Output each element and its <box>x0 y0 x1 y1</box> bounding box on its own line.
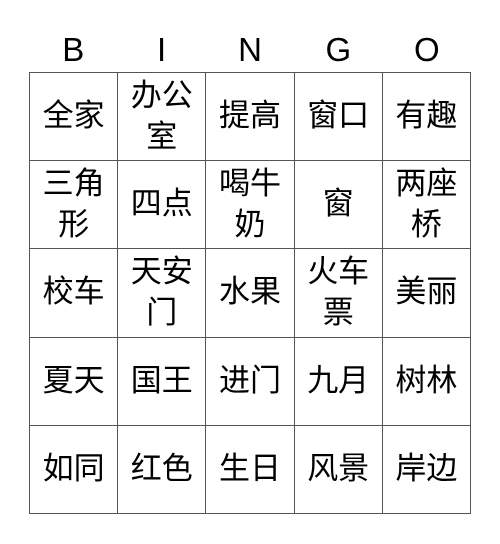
cell-text: 提高 <box>218 98 281 135</box>
cell-text: 进门 <box>218 362 281 399</box>
cell-text: 全家 <box>42 98 105 135</box>
bingo-cell[interactable]: 两座桥 <box>382 161 471 250</box>
bingo-cell[interactable]: 生日 <box>206 425 295 514</box>
cell-text: 风景 <box>307 450 370 487</box>
cell-text: 红色 <box>130 450 193 487</box>
cell-text: 夏天 <box>42 362 105 399</box>
cell-text: 窗 <box>322 186 354 223</box>
bingo-cell[interactable]: 三角形 <box>30 161 119 250</box>
header-letter-g: G <box>325 31 352 68</box>
cell-text: 办公室 <box>130 77 193 155</box>
bingo-cell[interactable]: 水果 <box>206 249 295 338</box>
bingo-cell[interactable]: 进门 <box>206 337 295 426</box>
bingo-cell[interactable]: 天安门 <box>118 249 207 338</box>
cell-text: 如同 <box>42 450 105 487</box>
cell-text: 岸边 <box>395 450 458 487</box>
bingo-cell[interactable]: 夏天 <box>30 337 119 426</box>
cell-text: 天安门 <box>130 253 193 331</box>
header-letter-b: B <box>62 31 85 68</box>
header-letter-i: I <box>157 31 167 68</box>
cell-text: 喝牛奶 <box>218 165 281 243</box>
bingo-cell[interactable]: 岸边 <box>382 425 471 514</box>
bingo-cell[interactable]: 四点 <box>118 161 207 250</box>
bingo-cell[interactable]: 红色 <box>118 425 207 514</box>
bingo-cell[interactable]: 窗 <box>294 161 383 250</box>
bingo-cell[interactable]: 火车票 <box>294 249 383 338</box>
cell-text: 九月 <box>307 362 370 399</box>
cell-text: 三角形 <box>42 165 105 243</box>
bingo-cell[interactable]: 全家 <box>30 73 119 162</box>
bingo-cell[interactable]: 校车 <box>30 249 119 338</box>
bingo-grid: 全家 办公室 提高 窗口 有趣 三角形 四点 喝牛奶 窗 两座桥 校车 天安门 … <box>29 72 471 514</box>
cell-text: 有趣 <box>395 98 458 135</box>
bingo-cell[interactable]: 九月 <box>294 337 383 426</box>
cell-text: 国王 <box>130 362 193 399</box>
bingo-cell[interactable]: 美丽 <box>382 249 471 338</box>
bingo-cell[interactable]: 风景 <box>294 425 383 514</box>
cell-text: 四点 <box>130 186 193 223</box>
bingo-cell[interactable]: 喝牛奶 <box>206 161 295 250</box>
bingo-cell[interactable]: 提高 <box>206 73 295 162</box>
cell-text: 火车票 <box>307 253 370 331</box>
bingo-cell[interactable]: 如同 <box>30 425 119 514</box>
bingo-cell[interactable]: 树林 <box>382 337 471 426</box>
cell-text: 生日 <box>218 450 281 487</box>
bingo-cell[interactable]: 国王 <box>118 337 207 426</box>
cell-text: 窗口 <box>307 98 370 135</box>
bingo-cell[interactable]: 办公室 <box>118 73 207 162</box>
bingo-cell[interactable]: 窗口 <box>294 73 383 162</box>
header-letter-o: O <box>413 31 440 68</box>
header-letter-n: N <box>238 31 262 68</box>
cell-text: 校车 <box>42 274 105 311</box>
cell-text: 美丽 <box>395 274 458 311</box>
cell-text: 水果 <box>218 274 281 311</box>
bingo-header: B I N G O <box>29 28 471 72</box>
cell-text: 树林 <box>395 362 458 399</box>
bingo-cell[interactable]: 有趣 <box>382 73 471 162</box>
cell-text: 两座桥 <box>395 165 458 243</box>
